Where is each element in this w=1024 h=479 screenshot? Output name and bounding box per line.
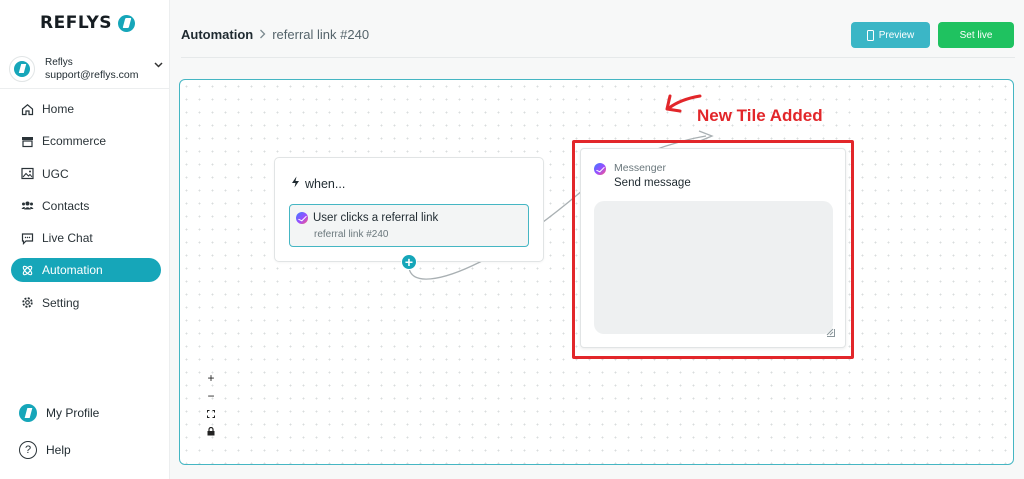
brand-logo-icon: [118, 14, 136, 32]
fit-view-button[interactable]: [203, 405, 219, 423]
sidebar-item-help[interactable]: ? Help: [19, 441, 71, 459]
preview-button[interactable]: Preview: [851, 22, 930, 48]
set-live-button-label: Set live: [959, 29, 993, 41]
zoom-controls: + −: [203, 369, 219, 441]
sidebar-item-setting[interactable]: Setting: [11, 291, 161, 315]
sidebar-item-contacts[interactable]: Contacts: [11, 194, 161, 218]
fit-view-icon: [207, 407, 215, 421]
add-step-button[interactable]: +: [401, 254, 417, 270]
sidebar-item-label: Live Chat: [42, 231, 93, 246]
lock-button[interactable]: [203, 423, 219, 441]
image-icon: [21, 167, 34, 180]
sidebar-item-my-profile[interactable]: My Profile: [19, 404, 99, 422]
store-icon: [21, 135, 34, 148]
trigger-item-subtitle: referral link #240: [314, 229, 389, 240]
sidebar-item-label: Automation: [42, 263, 103, 278]
sidebar-item-label: Ecommerce: [42, 134, 107, 149]
account-name: Reflys: [45, 57, 73, 68]
gear-icon: [21, 296, 34, 309]
profile-avatar-icon: [19, 404, 37, 422]
preview-button-label: Preview: [878, 29, 915, 41]
header-divider: [181, 57, 1015, 58]
sidebar-item-automation[interactable]: Automation: [11, 258, 161, 283]
account-email: support@reflys.com: [45, 69, 139, 81]
lightning-icon: [291, 176, 300, 191]
annotation-highlight-box: [572, 140, 854, 359]
users-icon: [21, 199, 34, 212]
trigger-card-title-text: when...: [305, 176, 346, 191]
sidebar-item-label: Contacts: [42, 198, 90, 213]
sidebar-item-label: Home: [42, 102, 75, 116]
sidebar-item-home[interactable]: Home: [11, 97, 161, 121]
trigger-item-title: User clicks a referral link: [313, 212, 439, 224]
set-live-button[interactable]: Set live: [938, 22, 1014, 48]
account-switcher[interactable]: Reflys support@reflys.com: [9, 52, 165, 86]
sidebar-item-label: My Profile: [46, 406, 100, 420]
avatar: [9, 56, 35, 82]
sidebar-item-ugc[interactable]: UGC: [11, 162, 161, 186]
chat-icon: [21, 232, 34, 245]
home-icon: [21, 103, 34, 116]
sidebar-item-label: UGC: [42, 166, 69, 181]
breadcrumb: Automation referral link #240: [181, 27, 369, 42]
sidebar-nav: Home Ecommerce UGC Contacts Live Chat Au…: [11, 97, 161, 323]
breadcrumb-current: referral link #240: [272, 27, 370, 42]
trigger-card[interactable]: when... User clicks a referral link refe…: [274, 157, 544, 262]
sidebar-item-label: Help: [46, 443, 71, 457]
trigger-card-title: when...: [291, 176, 345, 191]
messenger-icon: [296, 212, 308, 224]
annotation-label: New Tile Added: [697, 106, 823, 125]
automation-icon: [21, 264, 34, 277]
brand-name: REFLYS: [40, 13, 113, 33]
phone-icon: [866, 29, 874, 41]
help-icon: ?: [19, 441, 37, 459]
lock-icon: [207, 425, 215, 439]
brand-logo[interactable]: REFLYS: [40, 13, 136, 33]
sidebar-divider: [0, 88, 170, 89]
chevron-down-icon[interactable]: [154, 60, 163, 71]
sidebar-item-label: Setting: [42, 295, 80, 310]
trigger-item[interactable]: User clicks a referral link referral lin…: [289, 204, 529, 247]
sidebar-item-ecommerce[interactable]: Ecommerce: [11, 129, 161, 153]
zoom-out-button[interactable]: −: [203, 387, 219, 405]
breadcrumb-chevron-icon: [259, 27, 266, 42]
zoom-in-button[interactable]: +: [203, 369, 219, 387]
sidebar: REFLYS Reflys support@reflys.com Home Ec…: [0, 0, 170, 479]
account-logo-icon: [14, 61, 30, 77]
sidebar-item-live-chat[interactable]: Live Chat: [11, 226, 161, 250]
breadcrumb-root[interactable]: Automation: [181, 27, 253, 42]
